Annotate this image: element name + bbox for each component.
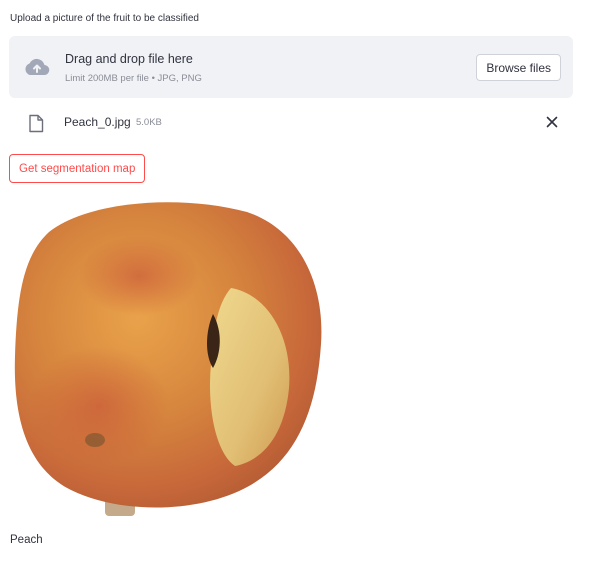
file-name: Peach_0.jpg	[64, 115, 131, 129]
get-segmentation-map-button[interactable]: Get segmentation map	[9, 154, 146, 183]
close-icon[interactable]	[545, 115, 559, 129]
dropzone-limits: Limit 200MB per file • JPG, PNG	[65, 73, 202, 84]
cloud-upload-icon	[25, 58, 50, 76]
prediction-caption: Peach	[10, 534, 43, 546]
file-dropzone[interactable]: Drag and drop file here Limit 200MB per …	[9, 36, 573, 98]
upload-label: Upload a picture of the fruit to be clas…	[10, 13, 199, 24]
file-icon	[29, 114, 44, 133]
file-size: 5.0KB	[136, 117, 162, 128]
browse-files-button[interactable]: Browse files	[476, 54, 561, 81]
uploaded-file-row: Peach_0.jpg 5.0KB	[9, 108, 573, 138]
fruit-image	[14, 202, 322, 516]
dropzone-title: Drag and drop file here	[65, 52, 193, 66]
